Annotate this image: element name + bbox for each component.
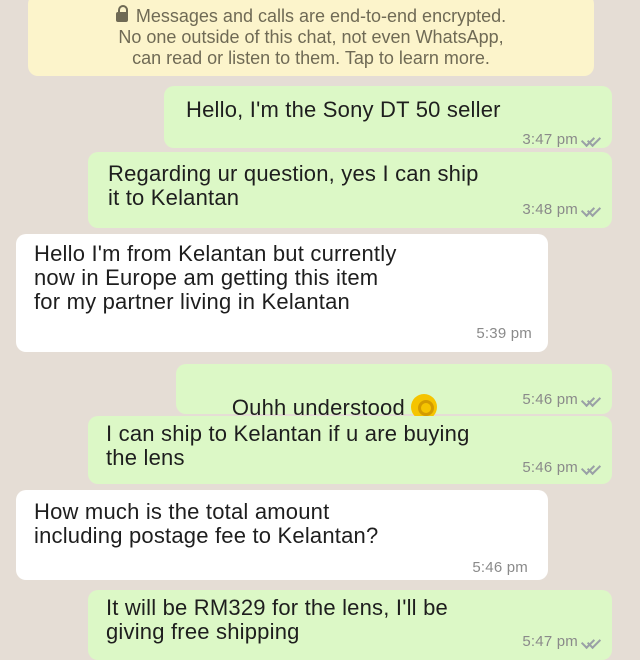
double-check-icon: [582, 134, 600, 144]
message-bubble-outgoing[interactable]: It will be RM329 for the lens, I'll be g…: [88, 590, 612, 660]
encryption-notice[interactable]: Messages and calls are end-to-end encryp…: [28, 0, 594, 76]
double-check-icon: [582, 636, 600, 646]
encryption-notice-line-1: Messages and calls are end-to-end encryp…: [28, 5, 594, 27]
message-meta: 3:47 pm: [522, 128, 600, 152]
message-meta: 5:39 pm: [476, 322, 532, 346]
message-time: 5:47 pm: [522, 633, 578, 650]
chat-view: Messages and calls are end-to-end encryp…: [0, 0, 640, 660]
message-bubble-outgoing[interactable]: Ouhh understood 5:46 pm: [176, 364, 612, 420]
message-text: Regarding ur question, yes I can ship it…: [108, 161, 479, 210]
message-text: I can ship to Kelantan if u are buying t…: [106, 421, 470, 470]
message-time: 5:39 pm: [476, 325, 532, 342]
message-text: Hello I'm from Kelantan but currently no…: [34, 241, 397, 314]
message-bubble-outgoing[interactable]: Regarding ur question, yes I can ship it…: [88, 152, 612, 228]
lock-icon: [115, 5, 128, 22]
message-time: 5:46 pm: [522, 391, 578, 408]
message-meta: 5:47 pm: [522, 630, 600, 654]
message-time: 5:46 pm: [472, 559, 528, 576]
message-time: 3:48 pm: [522, 201, 578, 218]
message-meta: 5:46 pm: [522, 388, 600, 412]
message-meta: 5:46 pm: [522, 456, 600, 480]
message-text: How much is the total amount including p…: [34, 499, 379, 548]
message-bubble-incoming[interactable]: Hello I'm from Kelantan but currently no…: [16, 234, 548, 352]
encryption-notice-line-2: No one outside of this chat, not even Wh…: [118, 27, 504, 47]
message-text: It will be RM329 for the lens, I'll be g…: [106, 595, 448, 644]
double-check-icon: [582, 204, 600, 214]
message-text: Hello, I'm the Sony DT 50 seller: [186, 97, 501, 122]
message-time: 3:47 pm: [522, 131, 578, 148]
message-time: 5:46 pm: [522, 459, 578, 476]
message-bubble-outgoing[interactable]: Hello, I'm the Sony DT 50 seller 3:47 pm: [164, 86, 612, 148]
message-meta: 3:48 pm: [522, 198, 600, 222]
message-bubble-outgoing[interactable]: I can ship to Kelantan if u are buying t…: [88, 416, 612, 484]
double-check-icon: [582, 394, 600, 404]
encryption-notice-line-3: can read or listen to them. Tap to learn…: [132, 48, 490, 68]
double-check-icon: [582, 462, 600, 472]
message-meta: 5:46 pm: [472, 556, 528, 580]
message-bubble-incoming[interactable]: How much is the total amount including p…: [16, 490, 548, 580]
